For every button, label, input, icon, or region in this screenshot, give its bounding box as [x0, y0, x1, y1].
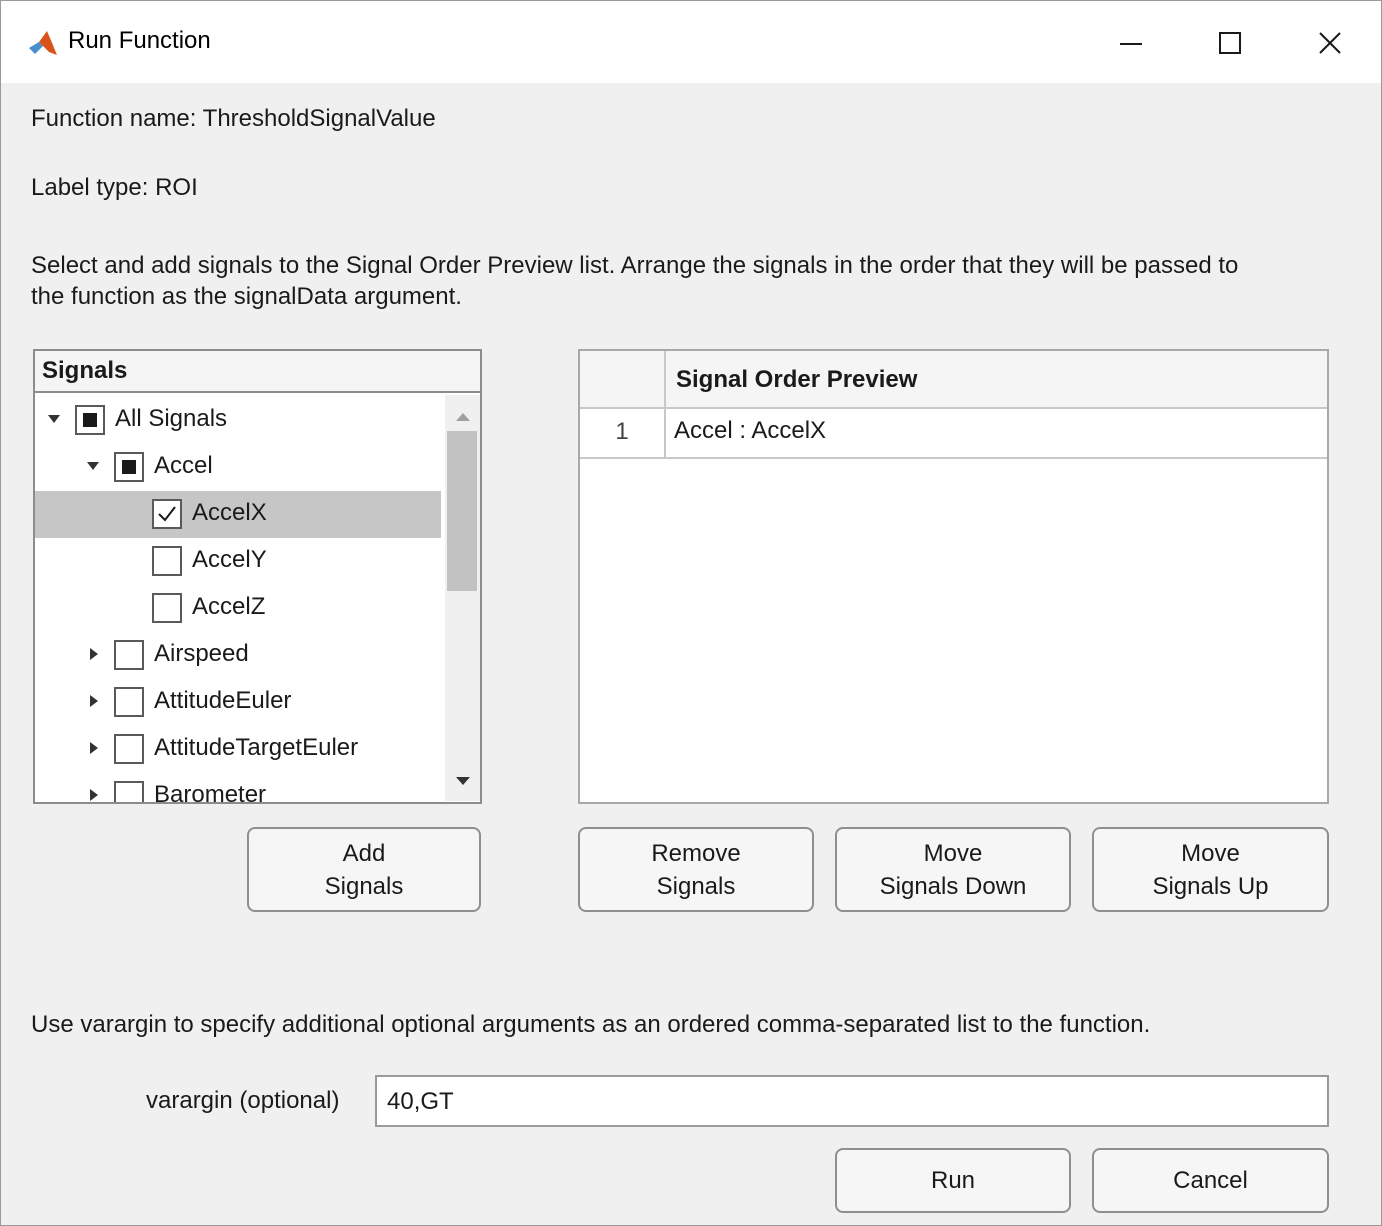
tree-item-airspeed[interactable]: Airspeed — [35, 632, 441, 679]
close-icon — [1319, 32, 1341, 54]
tree-item-all-signals[interactable]: All Signals — [35, 397, 441, 444]
remove-signals-button[interactable]: Remove Signals — [578, 827, 814, 912]
title-bar[interactable]: Run Function — [1, 1, 1381, 83]
table-row[interactable]: 1 Accel : AccelX — [580, 409, 1327, 459]
caret-right-icon[interactable] — [87, 741, 101, 755]
window-title: Run Function — [68, 27, 211, 54]
checkbox-airspeed[interactable] — [114, 640, 144, 670]
minimize-button[interactable] — [1107, 19, 1155, 67]
scroll-up-icon[interactable] — [455, 411, 471, 423]
cancel-button[interactable]: Cancel — [1092, 1148, 1329, 1213]
checkbox-accelz[interactable] — [152, 593, 182, 623]
run-button[interactable]: Run — [835, 1148, 1071, 1213]
tree-item-accel[interactable]: Accel — [35, 444, 441, 491]
row-value: Accel : AccelX — [674, 417, 827, 444]
checkbox-accelx[interactable] — [152, 499, 182, 529]
run-function-dialog: Run Function Function name: ThresholdSig… — [0, 0, 1382, 1226]
tree-label: AccelX — [192, 499, 267, 526]
tree-item-accelx[interactable]: AccelX — [35, 491, 441, 538]
table-index-header — [580, 351, 666, 409]
tree-label: Barometer — [154, 781, 267, 802]
tree-item-attitudeeuler[interactable]: AttitudeEuler — [35, 679, 441, 726]
checkbox-accely[interactable] — [152, 546, 182, 576]
tree-label: AttitudeTargetEuler — [154, 734, 359, 761]
checkmark-icon — [158, 506, 176, 522]
move-signals-up-button[interactable]: Move Signals Up — [1092, 827, 1329, 912]
tree-item-barometer[interactable]: Barometer — [35, 773, 441, 802]
tree-label: AccelY — [192, 546, 267, 573]
varargin-label: varargin (optional) — [146, 1087, 340, 1114]
matlab-logo-icon — [27, 28, 59, 60]
signals-tree-panel: Signals All Signals Accel AccelX AccelY … — [33, 349, 482, 804]
tree-label: All Signals — [115, 405, 228, 432]
caret-down-icon[interactable] — [47, 412, 61, 426]
signal-order-preview-table: Signal Order Preview 1 Accel : AccelX — [578, 349, 1329, 804]
scroll-thumb[interactable] — [447, 431, 477, 591]
maximize-icon — [1219, 32, 1241, 54]
scroll-down-icon[interactable] — [455, 775, 471, 787]
checkbox-attitudeeuler[interactable] — [114, 687, 144, 717]
table-header: Signal Order Preview — [666, 351, 1327, 409]
tree-item-accely[interactable]: AccelY — [35, 538, 441, 585]
tree-label: AccelZ — [192, 593, 266, 620]
close-button[interactable] — [1306, 19, 1354, 67]
varargin-description: Use varargin to specify additional optio… — [31, 1011, 1151, 1038]
add-signals-button[interactable]: Add Signals — [247, 827, 481, 912]
checkbox-all-signals[interactable] — [75, 405, 105, 435]
instructions-line-1: Select and add signals to the Signal Ord… — [31, 252, 1239, 279]
caret-right-icon[interactable] — [87, 647, 101, 661]
caret-right-icon[interactable] — [87, 694, 101, 708]
tree-item-attitudetargeteuler[interactable]: AttitudeTargetEuler — [35, 726, 441, 773]
tree-scrollbar[interactable] — [445, 395, 480, 801]
varargin-input[interactable]: 40,GT — [375, 1075, 1329, 1127]
label-type-label: Label type: ROI — [31, 174, 198, 201]
move-signals-down-button[interactable]: Move Signals Down — [835, 827, 1071, 912]
caret-right-icon[interactable] — [87, 788, 101, 802]
caret-down-icon[interactable] — [86, 459, 100, 473]
signals-header: Signals — [35, 351, 480, 393]
maximize-button[interactable] — [1206, 19, 1254, 67]
signals-tree: All Signals Accel AccelX AccelY AccelZ A… — [35, 395, 443, 802]
tree-item-accelz[interactable]: AccelZ — [35, 585, 441, 632]
tree-label: AttitudeEuler — [154, 687, 292, 714]
minimize-icon — [1120, 43, 1142, 45]
tree-label: Accel — [154, 452, 213, 479]
instructions-line-2: the function as the signalData argument. — [31, 283, 462, 310]
checkbox-accel[interactable] — [114, 452, 144, 482]
tree-label: Airspeed — [154, 640, 249, 667]
function-name-label: Function name: ThresholdSignalValue — [31, 105, 436, 132]
row-index: 1 — [580, 409, 666, 457]
checkbox-attitudetargeteuler[interactable] — [114, 734, 144, 764]
checkbox-barometer[interactable] — [114, 781, 144, 802]
